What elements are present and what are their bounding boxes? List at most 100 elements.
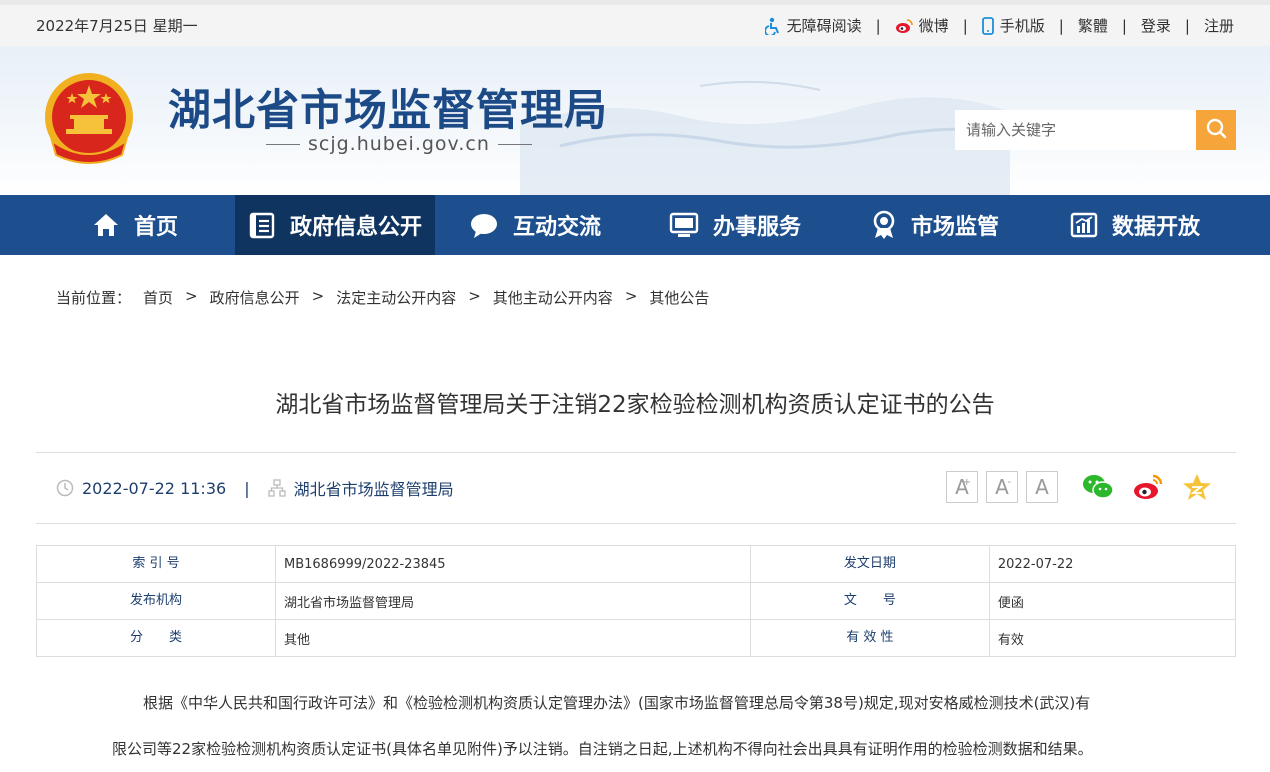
- font-reset-label: A: [1035, 475, 1049, 499]
- table-row: 发布机构 湖北省市场监督管理局 文 号 便函: [36, 582, 1237, 620]
- document-number-label: 文 号: [749, 582, 990, 620]
- qzone-share-icon[interactable]: [1182, 473, 1212, 501]
- index-number-label: 索 引 号: [36, 545, 276, 583]
- share-buttons: [1082, 473, 1230, 501]
- chart-icon: [1070, 212, 1098, 238]
- body-paragraph-line-1: 根据《中华人民共和国行政许可法》和《检验检测机构资质认定管理办法》(国家市场监督…: [143, 694, 1091, 712]
- nav-item-government-info[interactable]: 政府信息公开: [235, 195, 435, 255]
- article-body: 根据《中华人民共和国行政许可法》和《检验检测机构资质认定管理办法》(国家市场监督…: [36, 680, 1236, 772]
- register-link[interactable]: 注册: [1204, 15, 1234, 36]
- font-decrease-mark: -: [1007, 477, 1011, 488]
- accessibility-icon: [764, 17, 781, 35]
- main-nav: 首页 政府信息公开 互动交流 办事服务 市场监管 数据开放: [0, 195, 1270, 255]
- top-links: 无障碍阅读 | 微博 | 手机版 | 繁體 | 登录 | 注册: [764, 15, 1234, 36]
- weibo-label: 微博: [918, 17, 949, 35]
- table-row: 分 类 其他 有 效 性 有效: [36, 619, 1237, 657]
- search-input[interactable]: [955, 110, 1196, 150]
- mobile-label: 手机版: [999, 17, 1045, 35]
- article-datetime: 2022-07-22 11:36: [56, 479, 226, 498]
- article-meta: 2022-07-22 11:36 | 湖北省市场监督管理局 A + A- A: [36, 452, 1236, 524]
- issue-date-value: 2022-07-22: [988, 545, 1237, 583]
- breadcrumb-separator: >: [185, 287, 198, 305]
- index-number-value: MB1686999/2022-23845: [275, 545, 751, 583]
- nav-label: 政府信息公开: [289, 215, 422, 240]
- separator: |: [1121, 16, 1127, 35]
- top-bar: 2022年7月25日 星期一 无障碍阅读 | 微博 | 手机版 | 繁體 | 登…: [0, 0, 1270, 46]
- category-label: 分 类: [36, 619, 276, 657]
- breadcrumb-item-other-public[interactable]: 其他主动公开内容: [493, 287, 613, 339]
- breadcrumb: 当前位置： 首页 > 政府信息公开 > 法定主动公开内容 > 其他主动公开内容 …: [0, 255, 1270, 339]
- site-header: 湖北省市场监督管理局 scjg.hubei.gov.cn: [0, 46, 1270, 195]
- issue-date-label: 发文日期: [749, 545, 990, 583]
- home-icon: [92, 212, 120, 238]
- nav-item-services[interactable]: 办事服务: [635, 195, 835, 255]
- category-value: 其他: [275, 619, 751, 657]
- breadcrumb-item-statutory[interactable]: 法定主动公开内容: [336, 287, 456, 339]
- breadcrumb-separator: >: [468, 287, 481, 305]
- breadcrumb-separator: >: [624, 287, 638, 305]
- nav-label: 数据开放: [1111, 215, 1200, 240]
- accessibility-label: 无障碍阅读: [786, 17, 862, 35]
- login-link[interactable]: 登录: [1141, 15, 1171, 36]
- publisher-value: 湖北省市场监督管理局: [275, 582, 751, 620]
- document-number-value: 便函: [988, 582, 1237, 620]
- font-reset-button[interactable]: A: [1026, 471, 1058, 503]
- nav-item-home[interactable]: 首页: [35, 195, 235, 255]
- font-increase-mark: +: [962, 477, 971, 488]
- nav-label: 办事服务: [712, 215, 801, 240]
- wechat-share-icon[interactable]: [1082, 473, 1114, 501]
- chat-icon: [469, 211, 499, 239]
- decor-line: [266, 143, 300, 145]
- accessibility-link[interactable]: 无障碍阅读: [764, 15, 862, 36]
- clock-icon: [56, 479, 74, 497]
- separator: |: [962, 16, 968, 35]
- site-title[interactable]: 湖北省市场监督管理局: [168, 76, 608, 138]
- separator: |: [1058, 16, 1064, 35]
- site-domain: scjg.hubei.gov.cn: [258, 133, 540, 155]
- nav-item-interaction[interactable]: 互动交流: [435, 195, 635, 255]
- breadcrumb-prefix: 当前位置：: [56, 289, 132, 307]
- article-source: 湖北省市场监督管理局: [267, 476, 454, 500]
- validity-label: 有 效 性: [749, 619, 990, 657]
- separator: |: [1184, 16, 1190, 35]
- document-info-table: 索 引 号 MB1686999/2022-23845 发文日期 2022-07-…: [36, 545, 1237, 657]
- nav-item-market-supervision[interactable]: 市场监管: [835, 195, 1035, 255]
- breadcrumb-item-other-notices[interactable]: 其他公告: [649, 287, 709, 339]
- domain-text: scjg.hubei.gov.cn: [308, 133, 490, 155]
- weibo-link[interactable]: 微博: [895, 15, 949, 36]
- font-size-controls: A + A- A: [946, 471, 1066, 503]
- traditional-chinese-link[interactable]: 繁體: [1078, 15, 1108, 36]
- article-title: 湖北省市场监督管理局关于注销22家检验检测机构资质认定证书的公告: [275, 392, 995, 418]
- badge-icon: [871, 210, 897, 240]
- nav-inner: 首页 政府信息公开 互动交流 办事服务 市场监管 数据开放: [35, 195, 1235, 255]
- table-row: 索 引 号 MB1686999/2022-23845 发文日期 2022-07-…: [36, 545, 1237, 583]
- nav-label: 首页: [133, 215, 178, 240]
- nav-label: 市场监管: [910, 215, 999, 240]
- search-icon: [1205, 117, 1227, 143]
- body-paragraph-line-2: 限公司等22家检验检测机构资质认定证书(具体名单见附件)予以注销。自注销之日起,…: [112, 740, 1093, 758]
- publisher-label: 发布机构: [36, 582, 276, 620]
- current-date: 2022年7月25日 星期一: [36, 17, 198, 35]
- monitor-icon: [669, 212, 699, 238]
- breadcrumb-item-home[interactable]: 首页: [143, 287, 173, 339]
- search-box: [955, 110, 1236, 150]
- nav-item-data-open[interactable]: 数据开放: [1035, 195, 1235, 255]
- decor-line: [497, 143, 532, 145]
- nav-label: 互动交流: [512, 215, 601, 240]
- search-button[interactable]: [1196, 110, 1236, 150]
- breadcrumb-separator: >: [311, 287, 325, 305]
- font-increase-button[interactable]: A +: [946, 471, 978, 503]
- national-emblem[interactable]: [42, 71, 136, 169]
- validity-value: 有效: [988, 619, 1237, 657]
- document-icon: [248, 211, 276, 239]
- separator: |: [875, 16, 881, 35]
- weibo-share-icon[interactable]: [1132, 473, 1164, 501]
- datetime-text: 2022-07-22 11:36: [82, 478, 227, 498]
- breadcrumb-item-government-info[interactable]: 政府信息公开: [210, 287, 300, 339]
- mobile-link[interactable]: 手机版: [981, 15, 1045, 36]
- source-text: 湖北省市场监督管理局: [293, 480, 454, 499]
- mobile-icon: [981, 16, 994, 35]
- weibo-icon: [895, 18, 913, 34]
- font-decrease-button[interactable]: A-: [986, 471, 1018, 503]
- organization-icon: [267, 479, 286, 497]
